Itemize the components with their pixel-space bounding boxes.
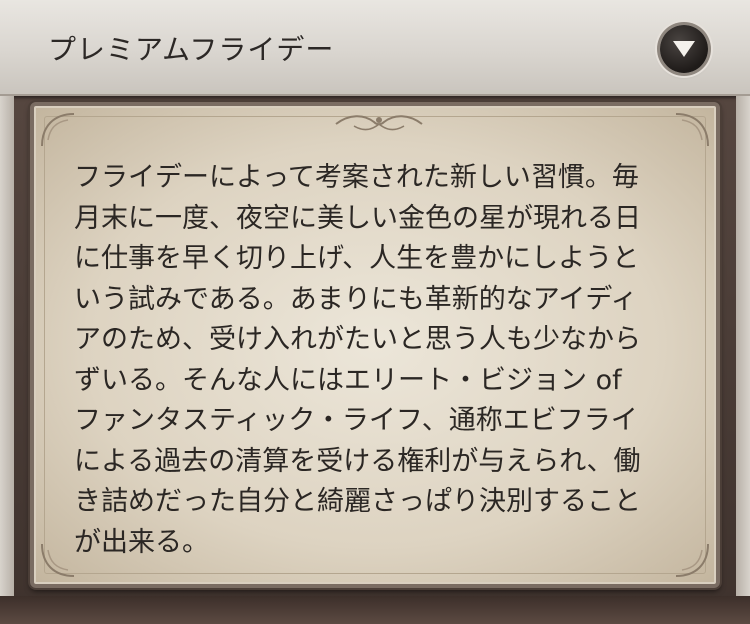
window-frame: プレミアムフライデー フライデーによって考案された新しい習慣。毎 月末に一度、夜… (0, 0, 750, 624)
description-line: ファンタスティック・ライフ、通称エビフライ (74, 405, 638, 436)
bottom-bar (0, 596, 750, 624)
description-line: による過去の清算を受ける権利が与えられ、働 (74, 445, 641, 477)
section-header[interactable]: プレミアムフライデー (0, 0, 750, 96)
section-title: プレミアムフライデー (48, 33, 335, 66)
description-line: フライデーによって考案された新しい習慣。毎 (74, 162, 639, 193)
chevron-down-icon (673, 41, 695, 57)
collapse-toggle-button[interactable] (660, 25, 708, 73)
corner-ornament-icon (41, 543, 75, 577)
description-panel: フライデーによって考案された新しい習慣。毎 月末に一度、夜空に美しい金色の星が現… (30, 102, 720, 588)
right-rail (736, 96, 750, 624)
description-line: アのため、受け入れがたいと思う人も少なから (74, 324, 641, 355)
description-line: 月末に一度、夜空に美しい金色の星が現れる日 (74, 202, 641, 234)
description-line: き詰めだった自分と綺麗さっぱり決別すること (74, 486, 641, 517)
description-line: に仕事を早く切り上げ、人生を豊かにしようと (74, 243, 640, 274)
description-line: が出来る。 (74, 526, 209, 558)
description-line: いう試みである。あまりにも革新的なアイディ (74, 283, 638, 315)
description-line: ずいる。そんな人にはエリート・ビジョン of (74, 364, 622, 396)
corner-ornament-icon (41, 113, 75, 147)
left-rail (0, 96, 14, 624)
ornament-flourish-icon (335, 115, 423, 131)
corner-ornament-icon (675, 113, 709, 147)
description-text: フライデーによって考案された新しい習慣。毎 月末に一度、夜空に美しい金色の星が現… (74, 158, 694, 563)
